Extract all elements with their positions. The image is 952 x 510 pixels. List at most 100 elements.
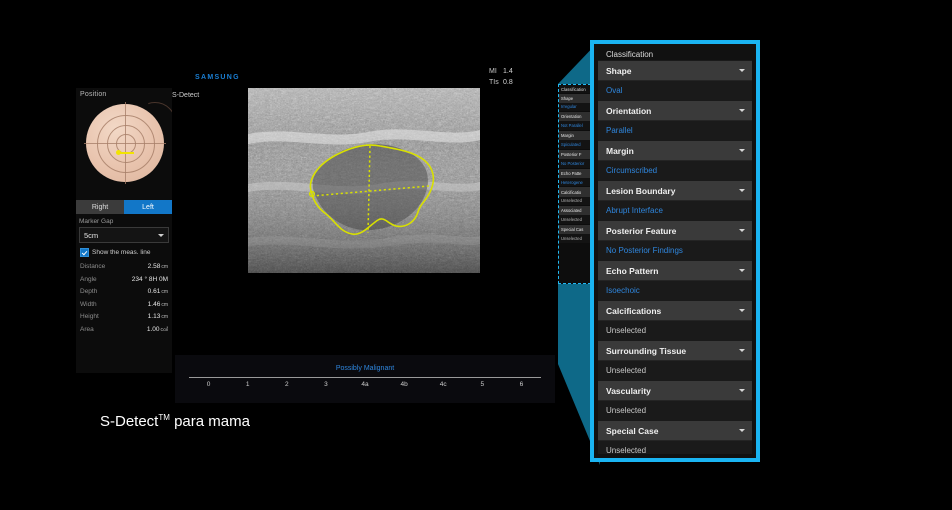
measurement-list: Distance 2.58cm Angle 234 ° 8H 0M Depth 0.61c…	[76, 263, 172, 338]
classification-panel-zoomed[interactable]: Classification Shape Oval Orientation Paral…	[590, 40, 760, 462]
classification-rows: Shape Oval Orientation Parallel Margin Circum…	[598, 60, 752, 454]
figure-caption: S-DetectTM para mama	[100, 413, 250, 430]
breast-position-diagram[interactable]	[76, 100, 172, 200]
chevron-down-icon[interactable]	[739, 229, 745, 232]
measurement-row: Width 1.46cm	[80, 301, 168, 314]
classification-category-label: Vascularity	[606, 385, 651, 396]
classification-title: Classification	[598, 48, 752, 60]
classification-selected-value[interactable]: Unselected	[598, 401, 752, 420]
classification-category-dropdown[interactable]: Lesion Boundary	[598, 180, 752, 201]
position-panel-title: Position	[80, 91, 107, 98]
classification-category-dropdown[interactable]: Orientation	[598, 100, 752, 121]
caption-suffix: para mama	[169, 413, 250, 430]
mi-key: MI	[489, 68, 497, 75]
chevron-down-icon[interactable]	[739, 309, 745, 312]
marker-gap-select[interactable]: 5cm	[79, 227, 169, 243]
measurement-value: 1.46cm	[147, 300, 168, 308]
measurement-row: Area 1.00c㎠	[80, 326, 168, 339]
chevron-down-icon[interactable]	[739, 189, 745, 192]
classification-category-dropdown[interactable]: Vascularity	[598, 380, 752, 401]
measurement-unit: c㎠	[160, 326, 168, 333]
ultrasound-image[interactable]	[248, 88, 480, 273]
side-selector: Right Left	[76, 200, 172, 214]
classification-category-label: Margin	[606, 145, 634, 156]
classification-category-label: Special Case	[606, 425, 659, 436]
classification-category-label: Lesion Boundary	[606, 185, 676, 196]
classification-selected-value[interactable]: Unselected	[598, 441, 752, 454]
measurement-unit: cm	[161, 314, 168, 320]
position-panel: Position Right Left Marker Gap 5cm Show …	[76, 88, 172, 373]
screenshot-root: Position Right Left Marker Gap 5cm Show …	[0, 0, 952, 510]
measurement-value: 0.61cm	[147, 288, 168, 295]
classification-category-dropdown[interactable]: Echo Pattern	[598, 260, 752, 281]
classification-category-dropdown[interactable]: Calcifications	[598, 300, 752, 321]
s-detect-mode-label: S-Detect	[172, 92, 200, 99]
birads-assessment-label: Possibly Malignant	[335, 365, 395, 372]
ultrasound-canvas	[248, 88, 480, 273]
tis-key: TIs	[489, 79, 499, 86]
birads-tick: 2	[284, 381, 289, 388]
classification-category-label: Orientation	[606, 105, 652, 116]
chevron-down-icon[interactable]	[739, 429, 745, 432]
birads-tick: 4c	[439, 381, 447, 388]
measurement-value: 2.58cm	[147, 263, 168, 270]
checkbox-checked-icon[interactable]	[80, 248, 89, 257]
classification-selected-value[interactable]: No Posterior Findings	[598, 241, 752, 260]
measurement-unit: cm	[161, 301, 168, 308]
classification-selected-value[interactable]: Unselected	[598, 361, 752, 380]
caption-product: S-Detect	[100, 413, 159, 430]
measurement-unit: cm	[161, 264, 168, 270]
birads-tick: 1	[245, 381, 250, 388]
marker-gap-value: 5cm	[84, 230, 99, 240]
chevron-down-icon[interactable]	[739, 69, 745, 72]
position-marker-line	[120, 151, 134, 154]
measurement-unit: cm	[161, 289, 168, 295]
marker-gap-label: Marker Gap	[79, 218, 114, 225]
chevron-down-icon[interactable]	[739, 349, 745, 352]
classification-selected-value[interactable]: Isoechoic	[598, 281, 752, 300]
chevron-down-icon[interactable]	[739, 109, 745, 112]
side-right-button[interactable]: Right	[76, 200, 124, 214]
measurement-key: Angle	[80, 275, 97, 283]
acoustic-output-readout: MI 1.4 TIs 0.8	[489, 66, 513, 88]
measurement-row: Depth 0.61cm	[80, 288, 168, 301]
chevron-down-icon	[158, 233, 164, 237]
measurement-row: Height 1.13cm	[80, 313, 168, 326]
birads-tick: 4a	[361, 381, 369, 388]
chevron-down-icon[interactable]	[739, 389, 745, 392]
classification-category-dropdown[interactable]: Surrounding Tissue	[598, 340, 752, 361]
measurement-key: Depth	[80, 288, 98, 295]
classification-selected-value[interactable]: Parallel	[598, 121, 752, 140]
tis-value: 0.8	[503, 79, 513, 86]
measurement-row: Distance 2.58cm	[80, 263, 168, 276]
classification-panel-body: Classification Shape Oval Orientation Paral…	[598, 48, 752, 454]
classification-category-dropdown[interactable]: Margin	[598, 140, 752, 161]
measurement-value: 1.00c㎠	[146, 325, 168, 333]
chevron-down-icon[interactable]	[739, 149, 745, 152]
classification-category-dropdown[interactable]: Shape	[598, 60, 752, 81]
measurement-key: Height	[80, 313, 99, 320]
chevron-down-icon[interactable]	[739, 269, 745, 272]
birads-tick: 6	[519, 381, 524, 388]
classification-selected-value[interactable]: Oval	[598, 81, 752, 100]
position-marker-dot[interactable]	[116, 150, 121, 155]
show-meas-line-row[interactable]: Show the meas. line	[76, 243, 172, 257]
samsung-logo: SAMSUNG	[195, 74, 240, 81]
measurement-row: Angle 234 ° 8H 0M	[80, 276, 168, 289]
side-left-button[interactable]: Left	[124, 200, 172, 214]
measurement-key: Width	[80, 300, 97, 308]
classification-category-dropdown[interactable]: Posterior Feature	[598, 220, 752, 241]
caption-trademark: TM	[158, 413, 170, 422]
classification-category-label: Shape	[606, 65, 632, 76]
show-meas-line-label: Show the meas. line	[92, 249, 151, 256]
classification-selected-value[interactable]: Unselected	[598, 321, 752, 340]
measurement-value: 1.13cm	[147, 313, 168, 320]
birads-scale: Possibly Malignant 0 1 2 3 4a 4b 4c 5 6	[175, 355, 555, 403]
classification-category-dropdown[interactable]: Special Case	[598, 420, 752, 441]
classification-category-label: Surrounding Tissue	[606, 345, 687, 356]
birads-tick: 3	[324, 381, 328, 388]
classification-selected-value[interactable]: Circumscribed	[598, 161, 752, 180]
birads-tick: 0	[206, 381, 211, 388]
classification-selected-value[interactable]: Abrupt Interface	[598, 201, 752, 220]
position-crosshair-horizontal	[84, 142, 166, 144]
